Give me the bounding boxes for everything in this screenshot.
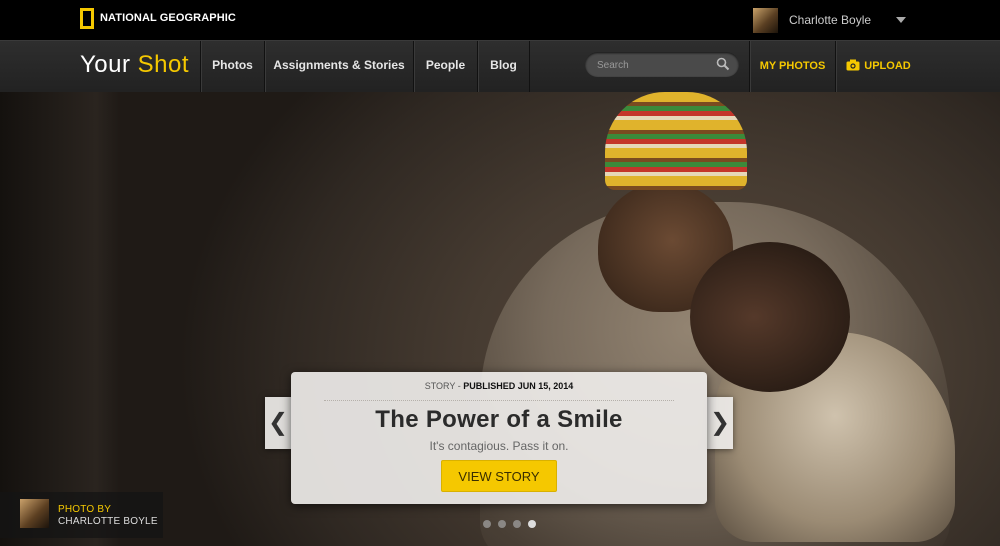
chevron-down-icon[interactable]: [896, 17, 906, 23]
main-nav: Your Shot Photos Assignments & Stories P…: [0, 40, 1000, 93]
credit-name[interactable]: CHARLOTTE BOYLE: [58, 516, 158, 527]
credit-avatar[interactable]: [20, 499, 49, 528]
story-published-date: PUBLISHED JUN 15, 2014: [463, 381, 574, 391]
brand-shot: Shot: [137, 51, 190, 78]
my-photos-label: MY PHOTOS: [759, 60, 826, 72]
nav-item-photos[interactable]: Photos: [200, 41, 264, 93]
user-menu[interactable]: Charlotte Boyle: [753, 7, 871, 33]
hero-shadow: [0, 92, 120, 546]
nav-item-people[interactable]: People: [413, 41, 477, 93]
next-slide-button[interactable]: ❯: [707, 397, 733, 449]
nav-divider: [529, 41, 530, 93]
credit-label: PHOTO BY: [58, 504, 112, 515]
story-card: STORY - PUBLISHED JUN 15, 2014 The Power…: [291, 372, 707, 504]
user-name[interactable]: Charlotte Boyle: [789, 13, 871, 27]
nav-item-blog[interactable]: Blog: [477, 41, 529, 93]
search-icon[interactable]: [716, 57, 730, 71]
brand-your: Your: [80, 51, 131, 78]
slide-dot-2[interactable]: [498, 520, 506, 528]
divider: [324, 400, 674, 401]
hero-photo-child-head: [690, 242, 850, 392]
your-shot-brand[interactable]: Your Shot: [80, 51, 189, 79]
top-bar: NATIONAL GEOGRAPHIC Charlotte Boyle: [0, 0, 1000, 40]
national-geographic-logo[interactable]: NATIONAL GEOGRAPHIC: [80, 5, 236, 31]
slide-dot-4[interactable]: [528, 520, 536, 528]
upload-button[interactable]: UPLOAD: [835, 41, 921, 93]
avatar[interactable]: [753, 7, 778, 33]
story-type: STORY -: [424, 381, 461, 391]
nav-item-assignments-stories[interactable]: Assignments & Stories: [264, 41, 413, 93]
slide-dot-3[interactable]: [513, 520, 521, 528]
prev-slide-button[interactable]: ❮: [265, 397, 291, 449]
story-title: The Power of a Smile: [375, 406, 623, 433]
upload-label: UPLOAD: [864, 60, 911, 72]
search-input[interactable]: [595, 52, 709, 79]
view-story-button[interactable]: VIEW STORY: [441, 460, 557, 492]
photo-credit[interactable]: PHOTO BY CHARLOTTE BOYLE: [0, 492, 163, 538]
my-photos-link[interactable]: MY PHOTOS: [749, 41, 835, 93]
hero-photo-hat: [605, 92, 747, 190]
story-meta: STORY - PUBLISHED JUN 15, 2014: [291, 381, 707, 391]
search-box[interactable]: [585, 52, 739, 79]
story-subtitle: It's contagious. Pass it on.: [429, 439, 569, 453]
slide-indicators: [483, 520, 543, 528]
camera-icon: [846, 59, 860, 71]
yellow-border-logo-icon: [80, 7, 94, 29]
logo-text: NATIONAL GEOGRAPHIC: [100, 12, 236, 24]
slide-dot-1[interactable]: [483, 520, 491, 528]
